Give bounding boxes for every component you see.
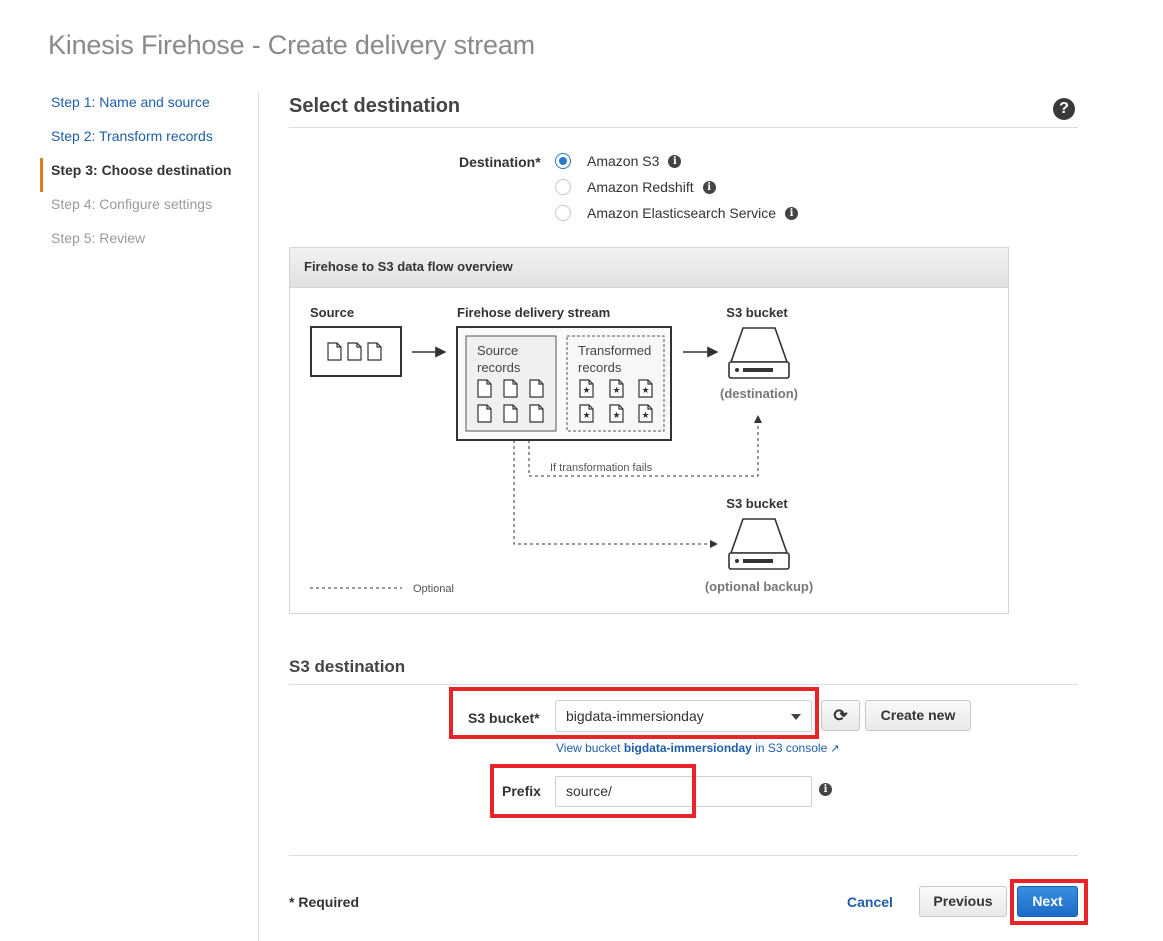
option-label: Amazon Redshift (587, 179, 694, 195)
radio-amazon-elasticsearch[interactable] (555, 205, 571, 221)
radio-amazon-redshift[interactable] (555, 179, 571, 195)
source-label: Source (310, 305, 354, 320)
data-flow-overview-panel: Firehose to S3 data flow overview ★ Sour… (289, 247, 1009, 614)
s3-destination-title: S3 destination (289, 657, 406, 676)
option-label: Amazon S3 (587, 153, 660, 169)
section-divider (289, 684, 1078, 685)
svg-text:records: records (477, 360, 521, 375)
info-icon[interactable]: i (785, 206, 799, 220)
step-choose-destination: Step 3: Choose destination (40, 158, 260, 192)
info-icon[interactable]: i (819, 783, 832, 796)
backup-path-line (513, 440, 718, 548)
step-configure-settings: Step 4: Configure settings (51, 196, 213, 212)
svg-text:Source: Source (477, 343, 518, 358)
vertical-divider (258, 93, 259, 941)
s3-bucket-icon (728, 327, 790, 379)
cancel-button[interactable]: Cancel (847, 894, 893, 910)
option-label: Amazon Elasticsearch Service (587, 205, 777, 221)
svg-text:(destination): (destination) (720, 386, 798, 401)
s3-backup-bucket-icon (728, 518, 790, 570)
refresh-button[interactable]: ⟳ (821, 700, 860, 731)
select-destination-title: Select destination (289, 95, 461, 117)
s3-bucket-label: S3 bucket (726, 305, 788, 320)
highlight-box (1010, 879, 1088, 925)
destination-label: Destination* (459, 154, 541, 170)
destination-option-s3[interactable]: Amazon S3 i (555, 150, 682, 172)
s3-backup-label: S3 bucket (726, 496, 788, 511)
fail-label: If transformation fails (550, 462, 653, 474)
create-new-button[interactable]: Create new (865, 700, 971, 731)
wizard-steps: Step 1: Name and source Step 2: Transfor… (40, 90, 260, 260)
svg-text:Transformed: Transformed (578, 343, 651, 358)
view-bucket-link[interactable]: View bucket bigdata-immersionday in S3 c… (556, 741, 839, 755)
question-circle-icon[interactable]: ? (1053, 98, 1075, 120)
destination-option-redshift[interactable]: Amazon Redshift i (555, 176, 716, 198)
stream-label: Firehose delivery stream (457, 305, 610, 320)
optional-legend-label: Optional (413, 583, 454, 595)
svg-text:records: records (578, 360, 622, 375)
page-title: Kinesis Firehose - Create delivery strea… (48, 30, 535, 60)
external-link-icon: ↗ (830, 743, 840, 755)
required-note: * Required (289, 894, 360, 910)
svg-text:(optional backup): (optional backup) (705, 579, 813, 594)
info-icon[interactable]: i (702, 180, 716, 194)
info-icon[interactable]: i (668, 154, 682, 168)
step-transform-records[interactable]: Step 2: Transform records (40, 124, 260, 158)
previous-button[interactable]: Previous (919, 886, 1007, 917)
data-flow-diagram: ★ Source Firehose delivery stream Source… (310, 305, 813, 595)
step-review: Step 5: Review (51, 230, 146, 246)
radio-amazon-s3[interactable] (555, 153, 571, 169)
highlight-box (490, 764, 696, 818)
step-name-and-source[interactable]: Step 1: Name and source (40, 90, 260, 124)
footer-divider (289, 855, 1078, 856)
highlight-box (449, 687, 819, 739)
section-divider (289, 127, 1078, 128)
destination-option-elasticsearch[interactable]: Amazon Elasticsearch Service i (555, 202, 799, 224)
refresh-icon: ⟳ (833, 706, 848, 725)
